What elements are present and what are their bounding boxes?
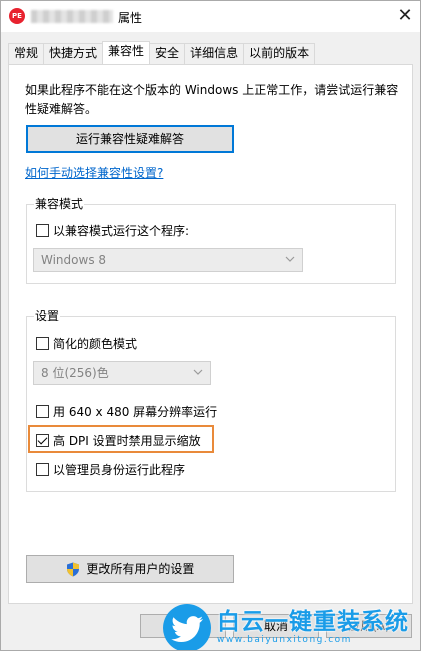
- blurred-filename: [31, 10, 113, 23]
- intro-text: 如果此程序不能在这个版本的 Windows 上正常工作，请尝试运行兼容性疑难解答…: [25, 83, 399, 116]
- manual-settings-link[interactable]: 如何手动选择兼容性设置?: [25, 164, 163, 181]
- tab-details[interactable]: 详细信息: [184, 43, 245, 64]
- reduced-color-row[interactable]: 简化的颜色模式: [36, 335, 137, 352]
- res-640-row[interactable]: 用 640 x 480 屏幕分辨率运行: [36, 403, 217, 420]
- tab-general[interactable]: 常规: [8, 43, 45, 64]
- chevron-down-icon: [193, 369, 203, 375]
- run-as-admin-row[interactable]: 以管理员身份运行此程序: [36, 461, 185, 478]
- os-version-select[interactable]: Windows 8: [33, 248, 303, 272]
- chevron-down-icon: [285, 256, 295, 262]
- compat-mode-group-label: 兼容模式: [34, 195, 85, 212]
- close-icon[interactable]: ✕: [390, 1, 420, 32]
- tab-shortcut[interactable]: 快捷方式: [43, 43, 104, 64]
- res-640-checkbox[interactable]: [36, 405, 49, 418]
- color-depth-select-value: 8 位(256)色: [41, 366, 109, 380]
- high-dpi-checkbox[interactable]: [36, 434, 49, 447]
- change-all-users-button[interactable]: 更改所有用户的设置: [26, 555, 234, 583]
- tab-security[interactable]: 安全: [149, 43, 186, 64]
- res-640-label: 用 640 x 480 屏幕分辨率运行: [53, 405, 218, 419]
- os-version-select-value: Windows 8: [41, 253, 107, 267]
- run-as-admin-label: 以管理员身份运行此程序: [53, 463, 186, 477]
- watermark-url: www.baiyunxitong.com: [217, 635, 352, 645]
- watermark-text: 白云一键重装系统 www.baiyunxitong.com: [217, 609, 409, 646]
- change-all-users-label: 更改所有用户的设置: [86, 562, 195, 576]
- reduced-color-checkbox[interactable]: [36, 337, 49, 350]
- reduced-color-label: 简化的颜色模式: [53, 337, 138, 351]
- tab-strip: 常规 快捷方式 兼容性 安全 详细信息 以前的版本: [8, 41, 316, 64]
- settings-group-label: 设置: [34, 307, 61, 324]
- color-depth-select[interactable]: 8 位(256)色: [33, 361, 211, 385]
- properties-window: PE 属性 ✕ 常规 快捷方式 兼容性 安全 详细信息 以前的版本 如果此程序不…: [0, 0, 421, 651]
- app-icon: PE: [9, 8, 25, 24]
- high-dpi-row[interactable]: 高 DPI 设置时禁用显示缩放: [36, 432, 201, 449]
- compat-mode-checkbox[interactable]: [36, 224, 49, 237]
- compat-mode-checkbox-row[interactable]: 以兼容模式运行这个程序:: [36, 222, 189, 239]
- run-troubleshooter-button[interactable]: 运行兼容性疑难解答: [26, 125, 234, 153]
- tab-compatibility[interactable]: 兼容性: [102, 41, 151, 64]
- compat-mode-group: 兼容模式: [26, 195, 396, 284]
- compat-mode-checkbox-label: 以兼容模式运行这个程序:: [53, 224, 190, 238]
- title-bar: PE 属性 ✕: [1, 1, 420, 32]
- tab-previous-versions[interactable]: 以前的版本: [243, 43, 316, 64]
- compatibility-panel: 如果此程序不能在这个版本的 Windows 上正常工作，请尝试运行兼容性疑难解答…: [8, 64, 413, 604]
- twitter-bird-icon: [163, 603, 211, 650]
- watermark-main-text: 白云一键重装系统: [217, 609, 409, 635]
- watermark: 白云一键重装系统 www.baiyunxitong.com: [163, 603, 420, 650]
- run-as-admin-checkbox[interactable]: [36, 463, 49, 476]
- high-dpi-label: 高 DPI 设置时禁用显示缩放: [53, 434, 201, 448]
- uac-shield-icon: [66, 562, 79, 577]
- window-title: 属性: [118, 11, 143, 25]
